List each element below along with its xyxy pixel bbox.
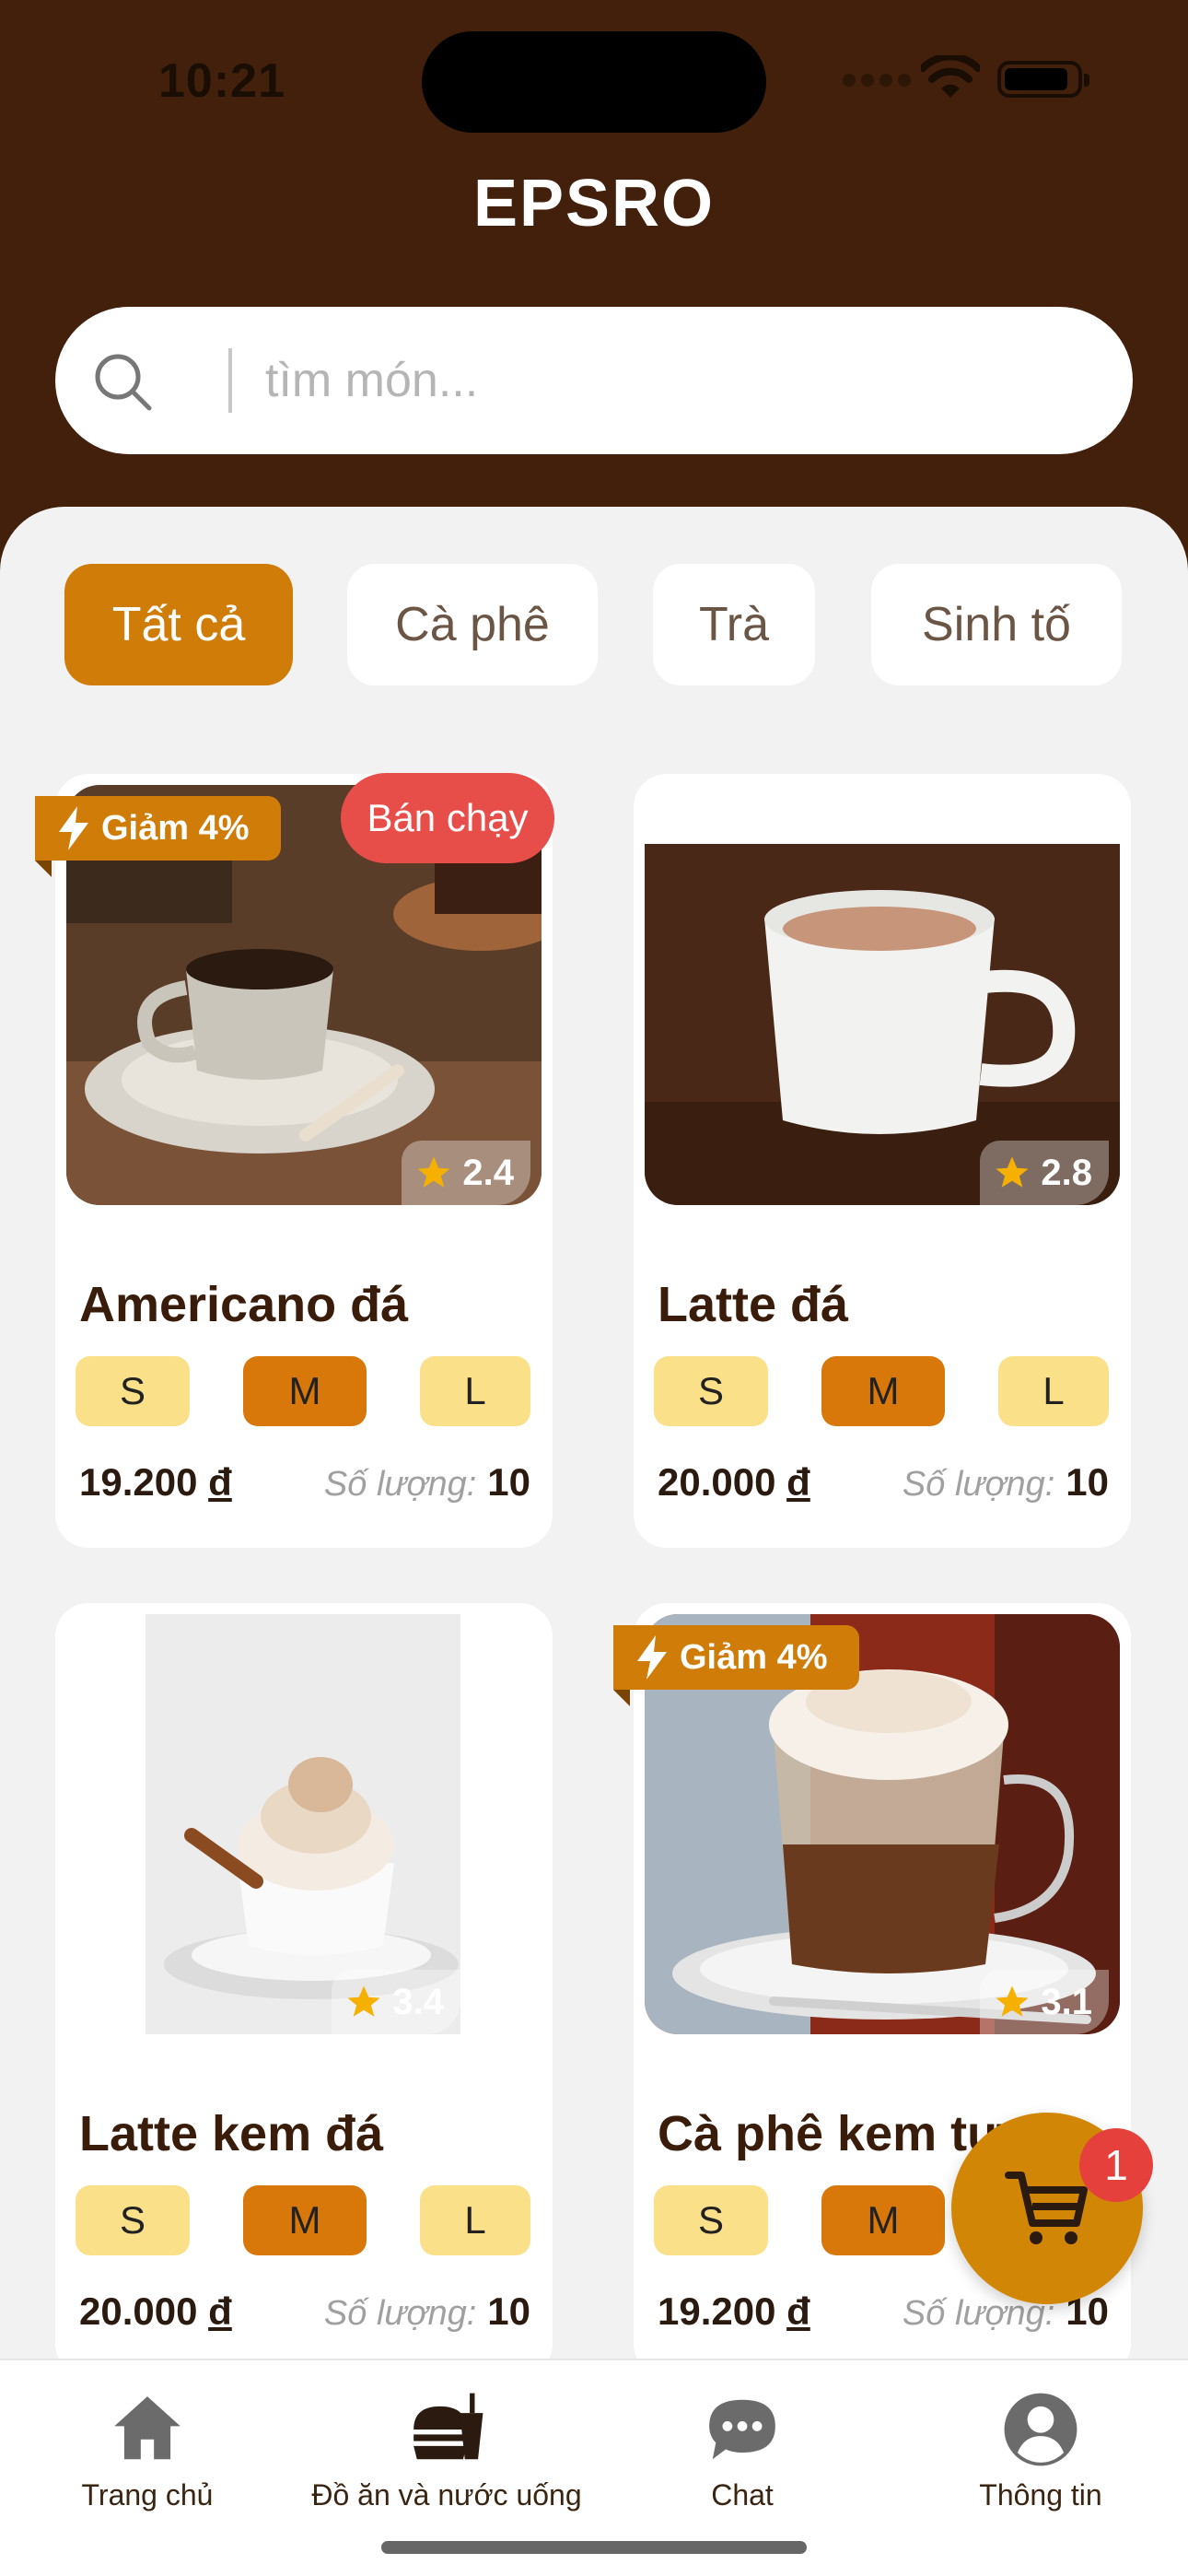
size-m-button[interactable]: M <box>243 2185 367 2255</box>
tab-all[interactable]: Tất cả <box>64 564 293 685</box>
size-s-button[interactable]: S <box>654 1356 768 1426</box>
header: 10:21 EPSRO <box>0 0 1188 590</box>
text-cursor <box>228 348 232 413</box>
dynamic-island <box>422 31 766 133</box>
size-s-button[interactable]: S <box>76 1356 190 1426</box>
home-indicator[interactable] <box>381 2541 807 2554</box>
rating-value: 2.8 <box>1041 1152 1092 1193</box>
product-card[interactable]: 2.4 Americano đá S M L 19.200 đ Số lượng… <box>55 774 553 1548</box>
home-icon <box>114 2396 181 2460</box>
size-l-button[interactable]: L <box>420 1356 530 1426</box>
nav-profile[interactable]: Thông tin <box>949 2373 1133 2530</box>
rating-value: 3.1 <box>1041 1981 1092 2022</box>
star-icon <box>996 1156 1029 1188</box>
lightning-icon <box>59 806 88 850</box>
cellular-signal-icon <box>843 74 913 87</box>
battery-icon <box>997 61 1089 98</box>
product-price: 20.000 đ <box>658 1460 810 1504</box>
product-card[interactable]: 3.4 Latte kem đá S M L 20.000 đ Số lượng… <box>55 1603 553 2359</box>
profile-icon <box>1004 2393 1077 2466</box>
product-name: Latte kem đá <box>79 2106 384 2161</box>
size-l-button[interactable]: L <box>998 1356 1109 1426</box>
nav-home[interactable]: Trang chủ <box>55 2373 239 2530</box>
quantity: Số lượng: 10 <box>323 2289 530 2333</box>
search-input[interactable] <box>265 340 1076 421</box>
rating-badge: 2.4 <box>402 1141 530 1205</box>
rating-value: 2.4 <box>462 1152 514 1193</box>
nav-food-drink[interactable]: Đồ ăn và nước uống <box>304 2373 589 2530</box>
wifi-icon <box>921 55 980 98</box>
discount-ribbon: Giảm 4% <box>613 1625 859 1706</box>
size-s-button[interactable]: S <box>76 2185 190 2255</box>
size-m-button[interactable]: M <box>243 1356 367 1426</box>
rating-value: 3.4 <box>392 1981 444 2022</box>
cart-icon <box>1005 2172 1088 2244</box>
product-name: Americano đá <box>79 1277 409 1332</box>
star-icon <box>417 1156 450 1188</box>
nav-chat[interactable]: Chat <box>650 2373 834 2530</box>
product-card[interactable]: 2.8 Latte đá S M L 20.000 đ Số lượng: 10 <box>634 774 1131 1548</box>
quantity: Số lượng: 10 <box>902 1460 1109 1504</box>
cart-count-badge: 1 <box>1079 2128 1153 2202</box>
size-m-button[interactable]: M <box>821 1356 945 1426</box>
main-content[interactable]: Tất cả Cà phê Trà Sinh tố 2.4 Americano … <box>0 507 1188 2359</box>
product-price: 20.000 đ <box>79 2289 232 2333</box>
size-s-button[interactable]: S <box>654 2185 768 2255</box>
rating-badge: 3.1 <box>980 1970 1109 2034</box>
size-m-button[interactable]: M <box>821 2185 945 2255</box>
app-title: EPSRO <box>472 167 716 240</box>
bestseller-badge: Bán chạy <box>341 773 554 863</box>
tab-coffee[interactable]: Cà phê <box>347 564 598 685</box>
search-icon <box>95 354 152 411</box>
discount-label: Giảm 4% <box>680 1637 828 1677</box>
product-name: Latte đá <box>658 1277 849 1332</box>
star-icon <box>996 1985 1029 2017</box>
chat-icon <box>709 2399 775 2460</box>
discount-label: Giảm 4% <box>101 808 250 848</box>
search-bar[interactable] <box>55 307 1133 454</box>
rating-badge: 3.4 <box>332 1970 460 2034</box>
product-price: 19.200 đ <box>79 1460 232 1504</box>
star-icon <box>347 1985 380 2017</box>
status-time: 10:21 <box>158 54 285 108</box>
status-bar: 10:21 <box>0 0 1188 157</box>
food-drink-icon <box>413 2393 483 2460</box>
lightning-icon <box>637 1635 667 1680</box>
discount-ribbon: Giảm 4% <box>35 796 281 877</box>
product-price: 19.200 đ <box>658 2289 810 2333</box>
size-l-button[interactable]: L <box>420 2185 530 2255</box>
rating-badge: 2.8 <box>980 1141 1109 1205</box>
product-image: 2.8 <box>645 844 1120 1205</box>
tab-tea[interactable]: Trà <box>653 564 815 685</box>
tab-smoothie[interactable]: Sinh tố <box>871 564 1122 685</box>
product-image: 3.4 <box>146 1614 460 2034</box>
quantity: Số lượng: 10 <box>323 1460 530 1504</box>
